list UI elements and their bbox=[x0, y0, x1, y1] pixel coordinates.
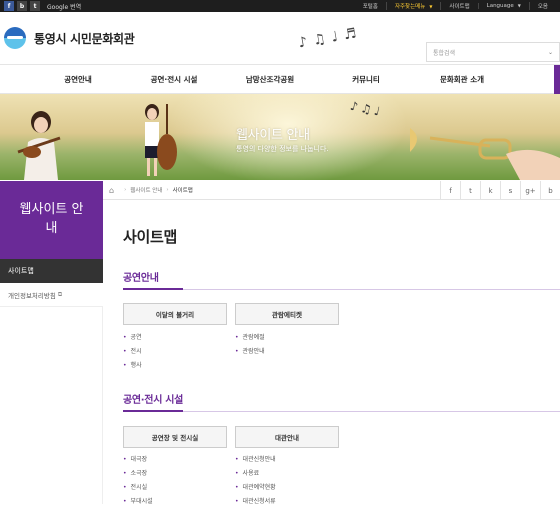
sidebar: 웹사이트 안내 사이트맵 개인정보처리방침⧉ bbox=[0, 181, 103, 504]
link-frequent-menu[interactable]: 자주찾는메뉴▼ bbox=[386, 2, 440, 10]
section-title: 공연안내 bbox=[123, 269, 159, 284]
link-frequent-menu-label: 자주찾는메뉴 bbox=[395, 4, 425, 10]
violinist-illustration bbox=[14, 108, 68, 180]
social-links: f b t Google 번역 bbox=[4, 1, 81, 11]
link-portal-home[interactable]: 포털홈 bbox=[355, 2, 386, 10]
chevron-down-icon: ▼ bbox=[427, 4, 432, 9]
sitemap-link[interactable]: 대극장 bbox=[123, 453, 153, 467]
share-facebook-icon[interactable]: f bbox=[440, 181, 460, 200]
sitemap-link[interactable]: 대관신청서류 bbox=[235, 495, 276, 509]
link-language[interactable]: Language▼ bbox=[478, 3, 529, 9]
sidebar-item-sitemap[interactable]: 사이트맵 bbox=[0, 259, 103, 283]
nav-item-about[interactable]: 문화회관 소개 bbox=[414, 74, 510, 85]
main-content: ⌂ › 웹사이트 안내 › 사이트맵 f t k s g+ b 사이트맵 공연안… bbox=[103, 181, 560, 504]
logo-text: 통영시 시민문화회관 bbox=[34, 30, 135, 47]
google-translate[interactable]: Google 번역 bbox=[47, 2, 81, 11]
sitemap-link[interactable]: 대관신청안내 bbox=[235, 453, 276, 467]
sitemap-list: 공연 전시 행사 bbox=[123, 331, 142, 373]
nav-item-performance[interactable]: 공연안내 bbox=[30, 74, 126, 85]
sidebar-item-label: 개인정보처리방침 bbox=[8, 290, 56, 300]
site-logo[interactable]: 통영시 시민문화회관 bbox=[4, 27, 135, 49]
section-title: 공연·전시 시설 bbox=[123, 391, 183, 406]
sitemap-group-button[interactable]: 공연장 및 전시실 bbox=[123, 426, 227, 448]
top-bar: f b t Google 번역 포털홈 자주찾는메뉴▼ 사이트맵 Languag… bbox=[0, 0, 560, 12]
sitemap-group-button[interactable]: 관람에티켓 bbox=[235, 303, 339, 325]
main-nav: 공연안내 공연·전시 시설 남망산조각공원 커뮤니티 문화회관 소개 bbox=[0, 64, 560, 94]
blog-icon[interactable]: b bbox=[17, 1, 27, 11]
twitter-icon[interactable]: t bbox=[30, 1, 40, 11]
sitemap-link[interactable]: 행사 bbox=[123, 359, 142, 373]
link-onum[interactable]: 오음 bbox=[529, 2, 556, 10]
sitemap-link[interactable]: 소극장 bbox=[123, 467, 153, 481]
trumpet-illustration bbox=[410, 124, 560, 180]
search-label: 통합검색 bbox=[433, 48, 455, 57]
search-select[interactable]: 통합검색 ⌄ bbox=[426, 42, 560, 62]
site-header: 통영시 시민문화회관 ♪♫♩♬ 통합검색 ⌄ bbox=[0, 12, 560, 64]
nav-accent-bar bbox=[554, 65, 560, 94]
home-icon[interactable]: ⌂ bbox=[109, 186, 114, 195]
sitemap-link[interactable]: 관람안내 bbox=[235, 345, 265, 359]
sitemap-link[interactable]: 공연 bbox=[123, 331, 142, 345]
breadcrumb: ⌂ › 웹사이트 안내 › 사이트맵 f t k s g+ b bbox=[103, 181, 560, 200]
chevron-down-icon: ▼ bbox=[516, 3, 521, 8]
share-kakao-icon[interactable]: k bbox=[480, 181, 500, 200]
sitemap-group-button[interactable]: 이달의 볼거리 bbox=[123, 303, 227, 325]
sitemap-link[interactable]: 사용료 bbox=[235, 467, 276, 481]
chevron-down-icon: ⌄ bbox=[548, 49, 553, 56]
share-buttons: f t k s g+ b bbox=[440, 181, 560, 200]
sitemap-link[interactable]: 전시실 bbox=[123, 481, 153, 495]
page-banner: ♪♫♩ 웹사이트 안내 통영의 다양한 정보를 나눕니다. bbox=[0, 94, 560, 180]
breadcrumb-current: 사이트맵 bbox=[173, 186, 193, 194]
breadcrumb-separator: › bbox=[166, 187, 168, 193]
sitemap-list: 관람예절 관람안내 bbox=[235, 331, 265, 359]
sitemap-list: 대극장 소극장 전시실 부대시설 bbox=[123, 453, 153, 509]
sidebar-filler bbox=[0, 307, 103, 504]
sitemap-group-button[interactable]: 대관안내 bbox=[235, 426, 339, 448]
link-language-label: Language bbox=[487, 3, 514, 9]
music-notes-decoration: ♪♫♩♬ bbox=[297, 25, 363, 52]
sitemap-list: 대관신청안내 사용료 대관예약현황 대관신청서류 bbox=[235, 453, 276, 509]
share-twitter-icon[interactable]: t bbox=[460, 181, 480, 200]
section-divider bbox=[123, 289, 560, 290]
link-sitemap[interactable]: 사이트맵 bbox=[440, 2, 477, 10]
logo-emblem-icon bbox=[4, 27, 26, 49]
page-title: 사이트맵 bbox=[123, 226, 177, 247]
banner-title: 웹사이트 안내 bbox=[236, 124, 310, 143]
sitemap-link[interactable]: 대관예약현황 bbox=[235, 481, 276, 495]
breadcrumb-item[interactable]: 웹사이트 안내 bbox=[130, 186, 162, 194]
facebook-icon[interactable]: f bbox=[4, 1, 14, 11]
section-divider bbox=[123, 411, 560, 412]
utility-links: 포털홈 자주찾는메뉴▼ 사이트맵 Language▼ 오음 bbox=[355, 2, 556, 10]
share-story-icon[interactable]: s bbox=[500, 181, 520, 200]
breadcrumb-separator: › bbox=[124, 187, 126, 193]
sitemap-link[interactable]: 관람예절 bbox=[235, 331, 265, 345]
share-googleplus-icon[interactable]: g+ bbox=[520, 181, 540, 200]
sidebar-item-privacy[interactable]: 개인정보처리방침⧉ bbox=[0, 283, 103, 307]
cellist-illustration bbox=[138, 102, 178, 180]
sitemap-link[interactable]: 부대시설 bbox=[123, 495, 153, 509]
nav-item-community[interactable]: 커뮤니티 bbox=[318, 74, 414, 85]
nav-item-sculpture-park[interactable]: 남망산조각공원 bbox=[222, 74, 318, 85]
nav-item-facilities[interactable]: 공연·전시 시설 bbox=[126, 74, 222, 85]
external-link-icon: ⧉ bbox=[58, 291, 62, 299]
sidebar-heading: 웹사이트 안내 bbox=[0, 181, 103, 259]
sitemap-link[interactable]: 전시 bbox=[123, 345, 142, 359]
share-band-icon[interactable]: b bbox=[540, 181, 560, 200]
banner-subtitle: 통영의 다양한 정보를 나눕니다. bbox=[236, 144, 329, 154]
